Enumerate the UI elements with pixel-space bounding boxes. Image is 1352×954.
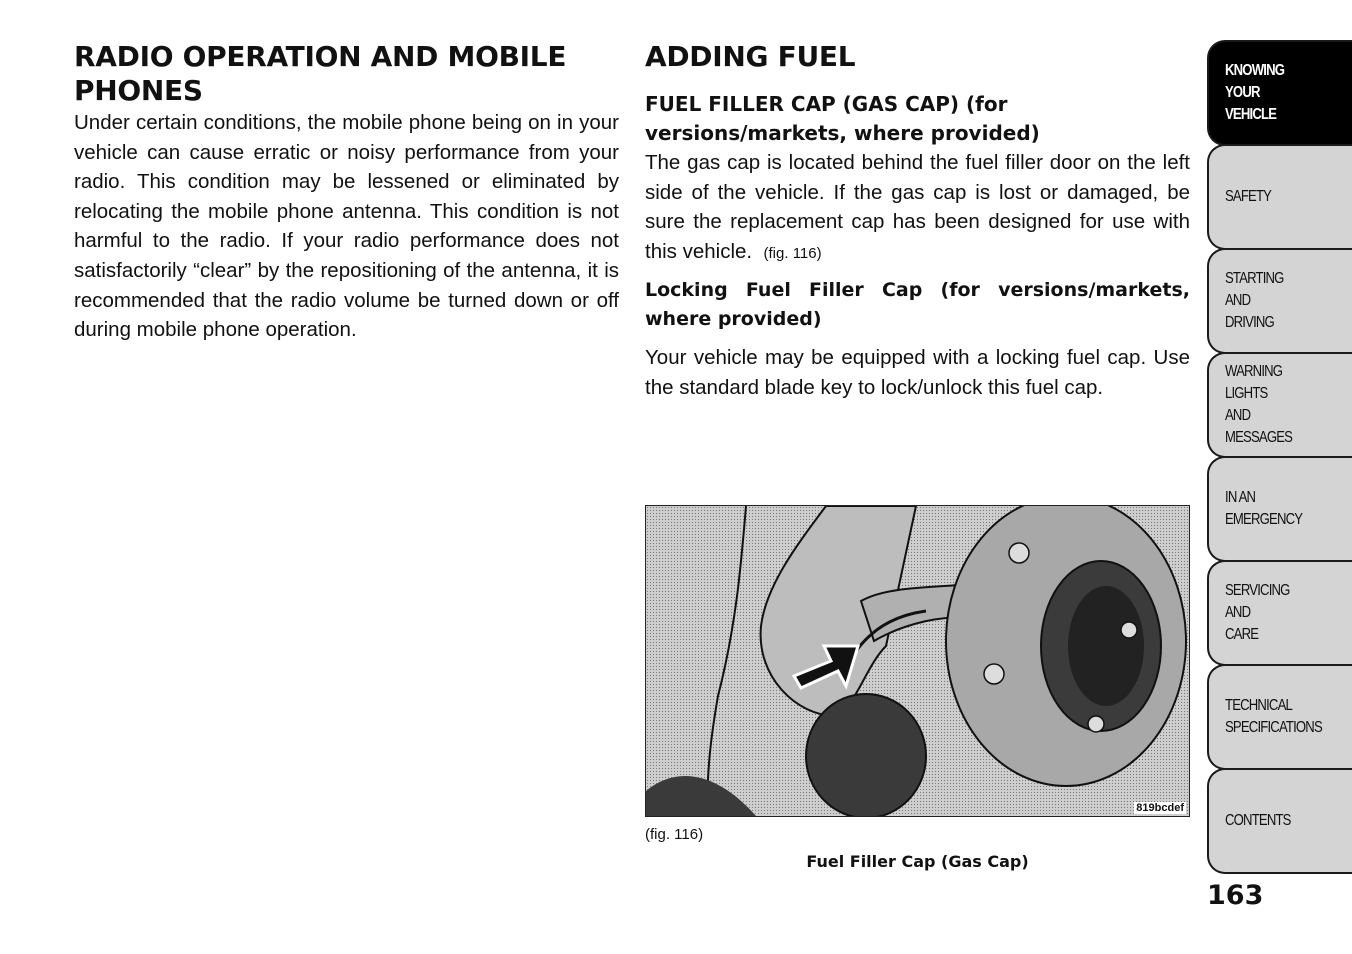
tab-label: SERVICING AND CARE [1225,582,1290,643]
locking-cap-heading: Locking Fuel Filler Cap (for versions/ma… [645,279,1190,331]
tab-label: TECHNICAL SPECIFICATIONS [1225,697,1323,736]
tab-label: SAFETY [1225,188,1272,205]
fuel-filler-cap-figure: 819bcdef [645,505,1190,817]
tire-shape [646,776,756,816]
figure-label: (fig. 116) [645,826,704,843]
section-title-radio: RADIO OPERATION AND MOBILE PHONES [74,40,567,107]
screw-icon [983,663,1005,685]
radio-section: RADIO OPERATION AND MOBILE PHONES Under … [74,40,619,345]
tab-knowing-your-vehicle[interactable]: KNOWING YOUR VEHICLE [1207,40,1352,146]
fuel-filler-cap-text: The gas cap is located behind the fuel f… [645,151,1190,263]
radio-paragraph: Under certain conditions, the mobile pho… [74,111,619,342]
tab-label: IN AN EMERGENCY [1225,489,1303,528]
screw-icon [1087,715,1105,733]
tab-contents[interactable]: CONTENTS [1207,768,1352,874]
screw-icon [1120,621,1138,639]
figure-code: 819bcdef [1134,802,1186,814]
fig-reference[interactable]: (fig. 116) [764,245,822,262]
tab-label: WARNING LIGHTS AND MESSAGES [1225,363,1293,446]
fuel-filler-cap-paragraph: The gas cap is located behind the fuel f… [645,148,1190,268]
tab-starting-and-driving[interactable]: STARTING AND DRIVING [1207,248,1352,354]
fuel-cap-illustration [646,506,1187,816]
tab-warning-lights[interactable]: WARNING LIGHTS AND MESSAGES [1207,352,1352,458]
figure-caption: Fuel Filler Cap (Gas Cap) [806,852,1029,871]
tab-label: STARTING AND DRIVING [1225,270,1284,331]
screw-icon [1008,542,1030,564]
tab-safety[interactable]: SAFETY [1207,144,1352,250]
section-title-adding-fuel: ADDING FUEL [645,40,856,73]
adding-fuel-section: ADDING FUEL FUEL FILLER CAP (GAS CAP) (f… [645,40,1190,403]
locking-cap-paragraph: Your vehicle may be equipped with a lock… [645,346,1190,399]
fuel-filler-cap-heading: FUEL FILLER CAP (GAS CAP) (for versions/… [645,92,1040,145]
tab-label: KNOWING YOUR VEHICLE [1225,62,1285,123]
tab-technical-specifications[interactable]: TECHNICAL SPECIFICATIONS [1207,664,1352,770]
tab-in-an-emergency[interactable]: IN AN EMERGENCY [1207,456,1352,562]
tab-servicing-and-care[interactable]: SERVICING AND CARE [1207,560,1352,666]
gas-cap [805,693,927,816]
page-number: 163 [1207,880,1264,911]
tab-label: CONTENTS [1225,812,1291,829]
